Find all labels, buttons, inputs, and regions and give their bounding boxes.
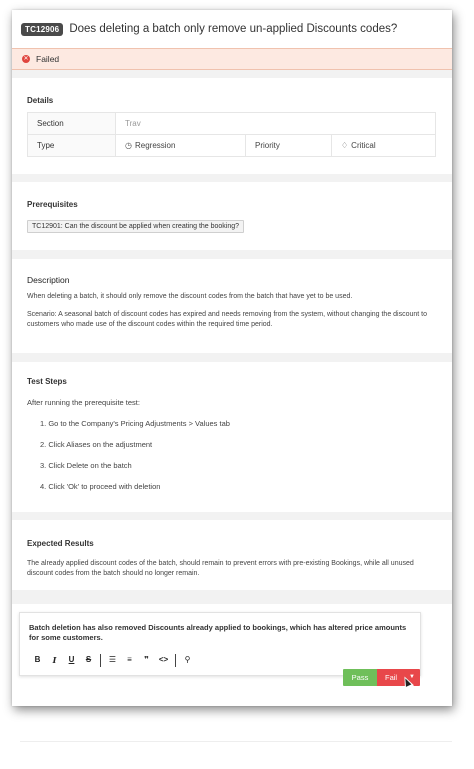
priority-value: Critical xyxy=(351,141,376,150)
type-value: Regression xyxy=(134,141,176,150)
prerequisites-title: Prerequisites xyxy=(27,200,78,209)
details-card: Details Section Trav Type ◷ Regression Pr… xyxy=(12,78,452,174)
test-case-panel: TC12906 Does deleting a batch only remov… xyxy=(12,10,452,706)
priority-cell: ♢ Critical xyxy=(331,134,436,157)
details-title: Details xyxy=(27,96,54,105)
x-circle-icon: ✕ xyxy=(22,55,30,63)
test-case-header: TC12906 Does deleting a batch only remov… xyxy=(12,10,452,48)
section-value: Trav xyxy=(115,112,436,135)
description-card: Description When deleting a batch, it sh… xyxy=(12,259,452,353)
description-title: Description xyxy=(27,275,70,285)
test-step: 2. Click Aliases on the adjustment xyxy=(40,440,153,449)
bold-button[interactable]: B xyxy=(29,653,46,667)
expected-results-text: The already applied discount codes of th… xyxy=(27,560,414,577)
comment-text[interactable]: Batch deletion has also removed Discount… xyxy=(29,623,409,643)
status-bar: ✕ Failed xyxy=(12,48,452,70)
prerequisite-link[interactable]: TC12901: Can the discount be applied whe… xyxy=(27,220,245,233)
status-label: Failed xyxy=(36,54,60,64)
italic-button[interactable]: I xyxy=(46,653,63,667)
pass-button[interactable]: Pass xyxy=(343,669,377,686)
clock-icon: ◷ xyxy=(125,141,132,150)
test-step: 4. Click 'Ok' to proceed with deletion xyxy=(40,482,161,491)
test-step: 1. Go to the Company's Pricing Adjustmen… xyxy=(40,419,230,428)
test-steps-intro: After running the prerequisite test: xyxy=(27,398,140,407)
comment-editor[interactable]: Batch deletion has also removed Discount… xyxy=(19,612,421,676)
test-case-id-badge: TC12906 xyxy=(21,22,64,36)
expected-results-card: Expected Results The already applied dis… xyxy=(12,520,452,590)
link-icon[interactable]: ⚲ xyxy=(179,653,196,667)
underline-button[interactable]: U xyxy=(63,653,80,667)
test-steps-title: Test Steps xyxy=(27,377,67,386)
divider xyxy=(20,741,452,742)
editor-toolbar: B I U S ☰ ≡ ❞ <> ⚲ xyxy=(29,653,196,667)
toolbar-divider xyxy=(100,653,101,667)
description-text: When deleting a batch, it should only re… xyxy=(27,293,353,300)
flame-icon: ♢ xyxy=(341,141,349,150)
test-steps-card: Test Steps After running the prerequisit… xyxy=(12,362,452,512)
test-case-title: Does deleting a batch only remove un-app… xyxy=(69,23,398,35)
quote-icon[interactable]: ❞ xyxy=(138,653,155,667)
ordered-list-icon[interactable]: ☰ xyxy=(104,653,121,667)
code-icon[interactable]: <> xyxy=(155,653,172,667)
strikethrough-button[interactable]: S xyxy=(80,653,97,667)
prerequisites-card: Prerequisites TC12901: Can the discount … xyxy=(12,182,452,250)
scenario-text: Scenario: A seasonal batch of discount c… xyxy=(27,311,428,328)
priority-label: Priority xyxy=(245,134,332,157)
toolbar-divider xyxy=(175,653,176,667)
type-cell: ◷ Regression xyxy=(115,134,246,157)
details-table: Section Trav Type ◷ Regression Priority ♢… xyxy=(27,112,436,157)
type-label: Type xyxy=(27,134,116,157)
test-step: 3. Click Delete on the batch xyxy=(40,461,132,470)
fail-button-label: Fail xyxy=(385,673,398,682)
section-label: Section xyxy=(27,112,116,135)
bullet-list-icon[interactable]: ≡ xyxy=(121,653,138,667)
expected-results-title: Expected Results xyxy=(27,539,94,548)
